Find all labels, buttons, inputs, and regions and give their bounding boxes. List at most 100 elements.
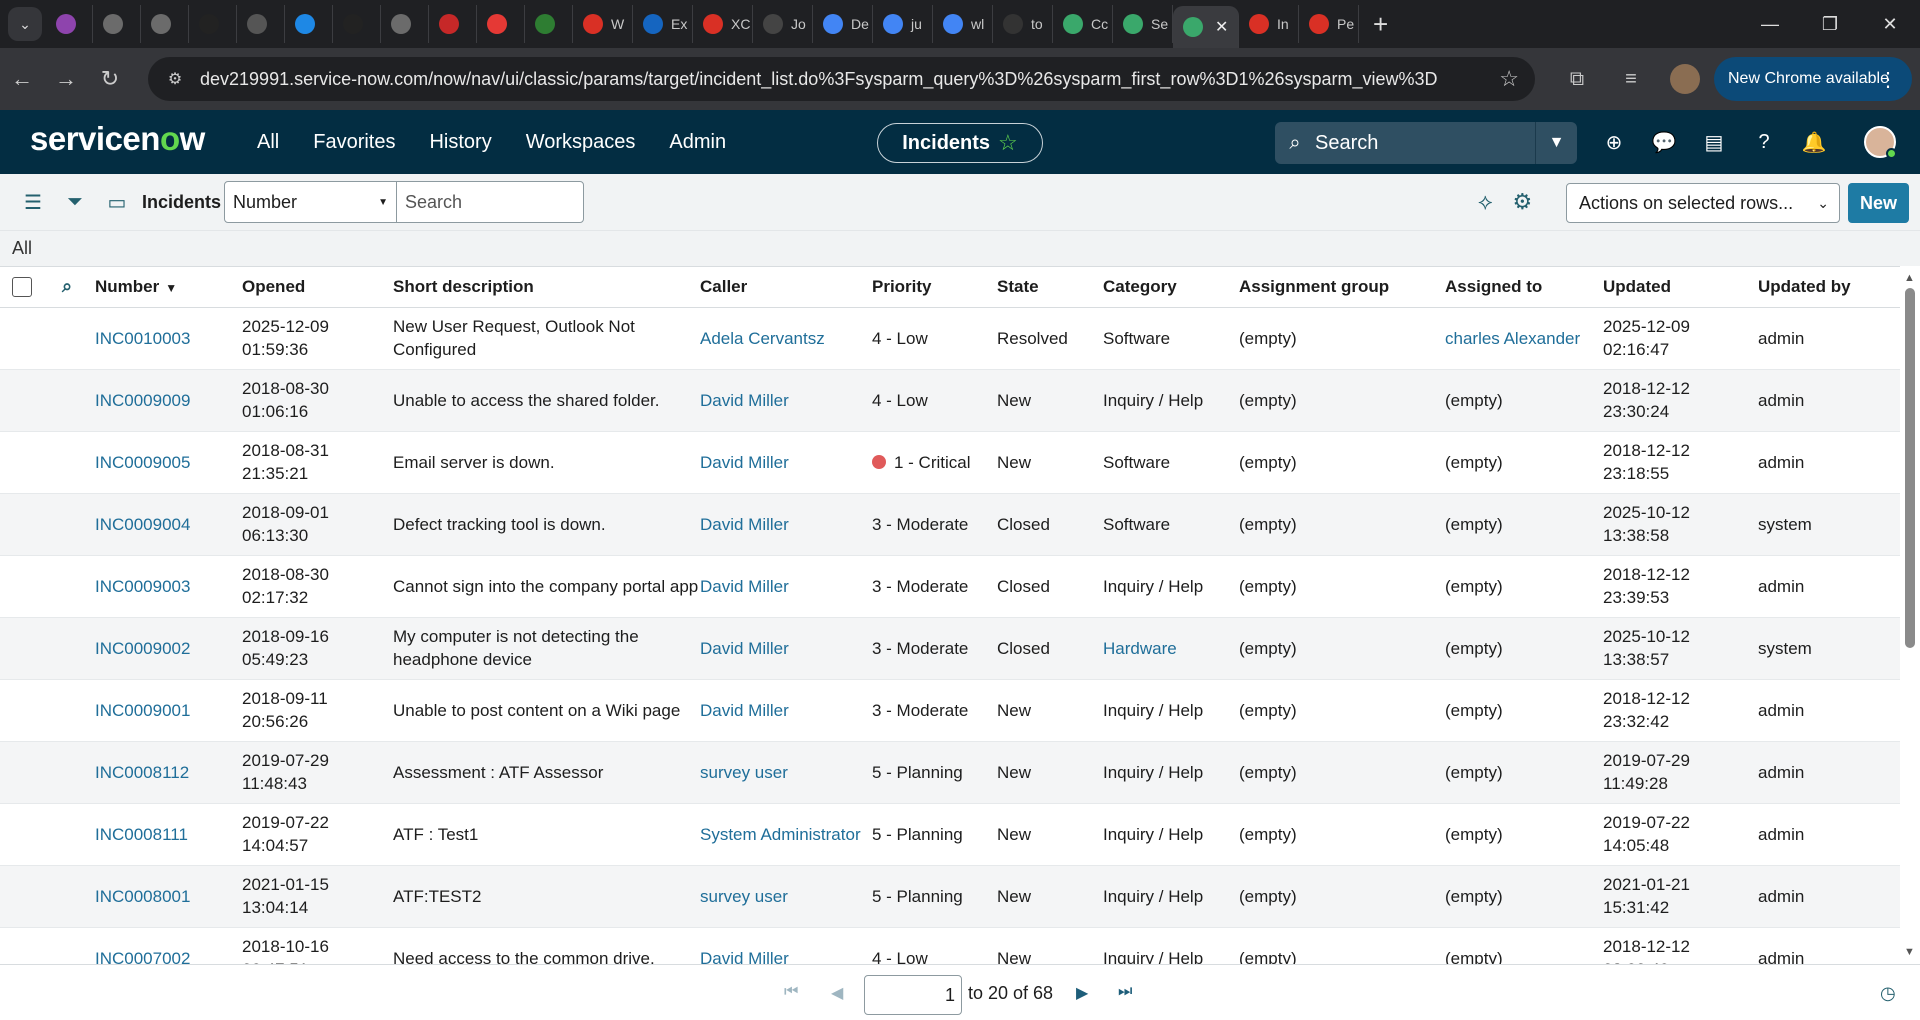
column-header-short-description[interactable]: Short description bbox=[393, 267, 700, 308]
scroll-down-icon[interactable]: ▼ bbox=[1904, 946, 1915, 958]
list-search-input[interactable]: Search bbox=[396, 181, 584, 223]
cell-caller[interactable]: David Miller bbox=[700, 555, 872, 618]
browser-tab[interactable] bbox=[141, 5, 189, 43]
nav-workspaces[interactable]: Workspaces bbox=[526, 131, 636, 154]
cell-caller[interactable]: Adela Cervantsz bbox=[700, 307, 872, 370]
more-menu-icon[interactable]: ⋮ bbox=[1878, 67, 1898, 92]
browser-tab[interactable]: to bbox=[993, 5, 1053, 43]
browser-tab[interactable]: Se bbox=[1113, 5, 1173, 43]
browser-tab[interactable]: ✕ bbox=[1173, 6, 1239, 48]
cell-caller[interactable]: David Miller bbox=[700, 679, 872, 742]
maximize-icon[interactable]: ❐ bbox=[1800, 0, 1860, 48]
cell-number-text[interactable]: INC0008001 bbox=[95, 887, 190, 906]
tab-search-button[interactable]: ⌄ bbox=[8, 7, 42, 41]
browser-tab[interactable]: wl bbox=[933, 5, 993, 43]
cell-number-text[interactable]: INC0009003 bbox=[95, 577, 190, 596]
context-title-pill[interactable]: Incidents ☆ bbox=[877, 123, 1043, 163]
global-search[interactable]: ⌕ Search ▼ bbox=[1275, 122, 1577, 164]
browser-tab[interactable] bbox=[477, 5, 525, 43]
browser-tab[interactable]: In bbox=[1239, 5, 1299, 43]
table-row[interactable]: INC0009009 2018-08-30 01:06:16 Unable to a… bbox=[0, 369, 1900, 432]
chrome-update-button[interactable]: New Chrome available ⋮ bbox=[1714, 57, 1912, 101]
cell-number-text[interactable]: INC0008112 bbox=[95, 763, 189, 782]
column-header-number[interactable]: Number ▼ bbox=[95, 267, 242, 308]
chat-icon[interactable]: 💬 bbox=[1650, 128, 1678, 156]
browser-tab[interactable] bbox=[333, 5, 381, 43]
browser-tab[interactable] bbox=[285, 5, 333, 43]
back-icon[interactable]: ← bbox=[0, 57, 44, 101]
browser-tab[interactable] bbox=[189, 5, 237, 43]
column-header-assignment-group[interactable]: Assignment group bbox=[1239, 267, 1445, 308]
column-header-state[interactable]: State bbox=[997, 267, 1103, 308]
column-header-updated-by[interactable]: Updated by bbox=[1758, 267, 1900, 308]
cell-caller[interactable]: David Miller bbox=[700, 369, 872, 432]
list-context-icon[interactable]: ▭ bbox=[100, 190, 134, 215]
cell-caller-text[interactable]: Adela Cervantsz bbox=[700, 329, 825, 348]
cell-caller[interactable]: survey user bbox=[700, 741, 872, 804]
cell-number[interactable]: INC0007002 bbox=[95, 927, 242, 964]
cell-caller-text[interactable]: survey user bbox=[700, 887, 788, 906]
column-header-assigned-to[interactable]: Assigned to bbox=[1445, 267, 1603, 308]
gear-icon[interactable]: ⚙ bbox=[1513, 189, 1533, 215]
select-all-checkbox[interactable] bbox=[12, 277, 32, 297]
cell-number-text[interactable]: INC0007002 bbox=[95, 949, 190, 965]
cell-caller[interactable]: David Miller bbox=[700, 927, 872, 964]
cell-category-text[interactable]: Hardware bbox=[1103, 639, 1177, 658]
inbox-icon[interactable]: ▤ bbox=[1700, 128, 1728, 156]
cell-caller-text[interactable]: survey user bbox=[700, 763, 788, 782]
new-tab-button[interactable]: + bbox=[1373, 9, 1388, 40]
favorite-star-icon[interactable]: ☆ bbox=[998, 130, 1018, 156]
cell-number[interactable]: INC0009005 bbox=[95, 431, 242, 494]
close-tab-icon[interactable]: ✕ bbox=[1215, 17, 1228, 37]
cell-number-text[interactable]: INC0008111 bbox=[95, 825, 188, 844]
response-time-icon[interactable]: ◷ bbox=[1880, 983, 1896, 1004]
breadcrumb-all[interactable]: All bbox=[12, 238, 32, 259]
site-info-icon[interactable]: ⚙ bbox=[158, 69, 192, 89]
cell-number[interactable]: INC0009001 bbox=[95, 679, 242, 742]
table-row[interactable]: INC0007002 2018-10-16 22:47:51 Need access… bbox=[0, 927, 1900, 964]
table-row[interactable]: INC0009001 2018-09-11 20:56:26 Unable to p… bbox=[0, 679, 1900, 742]
last-page-icon[interactable]: ⏭ bbox=[1118, 983, 1132, 1001]
url-text[interactable]: dev219991.service-now.com/now/nav/ui/cla… bbox=[200, 69, 1438, 90]
notification-bell-icon[interactable]: 🔔 bbox=[1800, 128, 1828, 156]
sparkle-icon[interactable]: ⟡ bbox=[1478, 189, 1493, 215]
browser-tab[interactable] bbox=[429, 5, 477, 43]
forward-icon[interactable]: → bbox=[44, 57, 88, 101]
globe-icon[interactable]: ⊕ bbox=[1600, 128, 1628, 156]
actions-select[interactable]: Actions on selected rows... ⌄ bbox=[1566, 183, 1840, 223]
scrollbar-thumb[interactable] bbox=[1905, 288, 1915, 648]
cell-category[interactable]: Hardware bbox=[1103, 617, 1239, 680]
column-header-caller[interactable]: Caller bbox=[700, 267, 872, 308]
browser-tab[interactable] bbox=[525, 5, 573, 43]
table-row[interactable]: INC0009002 2018-09-16 05:49:23 My computer… bbox=[0, 617, 1900, 680]
table-row[interactable]: INC0008111 2019-07-22 14:04:57 ATF : Test1… bbox=[0, 803, 1900, 866]
table-row[interactable]: INC0009004 2018-09-01 06:13:30 Defect trac… bbox=[0, 493, 1900, 556]
cell-caller-text[interactable]: System Administrator bbox=[700, 825, 861, 844]
cell-caller[interactable]: survey user bbox=[700, 865, 872, 928]
cell-caller-text[interactable]: David Miller bbox=[700, 453, 789, 472]
browser-tab[interactable] bbox=[381, 5, 429, 43]
help-icon[interactable]: ? bbox=[1750, 128, 1778, 156]
extensions-icon[interactable]: ⧉ bbox=[1555, 57, 1599, 101]
cell-caller-text[interactable]: David Miller bbox=[700, 515, 789, 534]
close-window-icon[interactable]: ✕ bbox=[1860, 0, 1920, 48]
cell-number[interactable]: INC0008001 bbox=[95, 865, 242, 928]
browser-tab[interactable]: XC bbox=[693, 5, 753, 43]
column-header-priority[interactable]: Priority bbox=[872, 267, 997, 308]
cell-caller[interactable]: David Miller bbox=[700, 617, 872, 680]
browser-tab[interactable]: De bbox=[813, 5, 873, 43]
cell-number[interactable]: INC0009004 bbox=[95, 493, 242, 556]
table-scrollbar[interactable]: ▲ ▼ bbox=[1900, 266, 1920, 964]
table-row[interactable]: INC0010003 2025-12-09 01:59:36 New User Re… bbox=[0, 307, 1900, 370]
column-header-category[interactable]: Category bbox=[1103, 267, 1239, 308]
column-header-opened[interactable]: Opened bbox=[242, 267, 393, 308]
cell-number[interactable]: INC0010003 bbox=[95, 307, 242, 370]
browser-tab[interactable]: Cc bbox=[1053, 5, 1113, 43]
scroll-up-icon[interactable]: ▲ bbox=[1904, 272, 1915, 284]
cell-caller-text[interactable]: David Miller bbox=[700, 391, 789, 410]
search-scope-dropdown[interactable]: ▼ bbox=[1535, 122, 1577, 164]
cell-assigned-to[interactable]: charles Alexander bbox=[1445, 307, 1603, 370]
media-icon[interactable]: ≡ bbox=[1609, 57, 1653, 101]
profile-icon[interactable] bbox=[1663, 57, 1707, 101]
cell-assigned-to-text[interactable]: charles Alexander bbox=[1445, 329, 1580, 348]
